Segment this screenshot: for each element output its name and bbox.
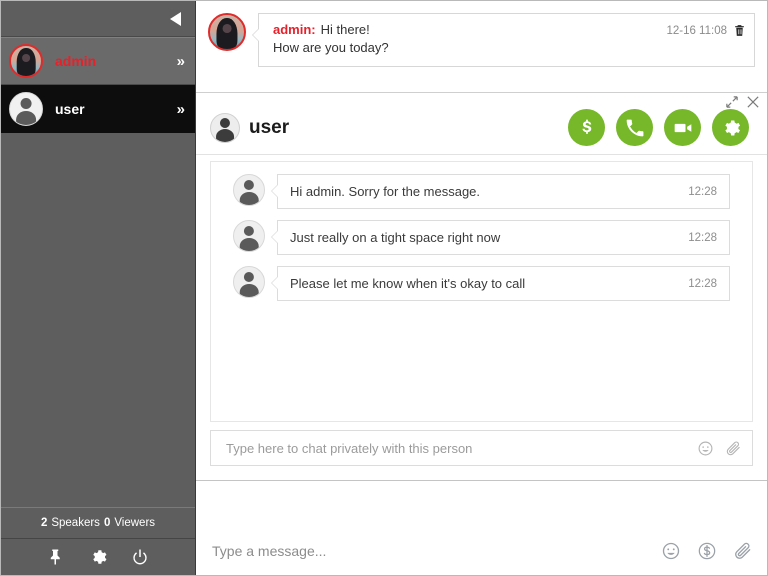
private-input-container	[210, 430, 753, 466]
audio-call-button[interactable]	[616, 109, 653, 146]
private-settings-button[interactable]	[712, 109, 749, 146]
viewers-count: 0	[104, 517, 110, 529]
public-message-meta: 12-16 11:08	[666, 23, 746, 38]
message-input[interactable]	[210, 542, 661, 560]
emoji-icon[interactable]	[661, 541, 681, 561]
viewers-label: Viewers	[114, 517, 155, 529]
speakers-label: Speakers	[51, 517, 100, 529]
message-bubble: Please let me know when it's okay to cal…	[277, 266, 730, 301]
emoji-icon[interactable]	[697, 440, 714, 457]
video-icon	[673, 118, 693, 138]
public-message-bubble: admin: Hi there! How are you today? 12-16…	[258, 13, 755, 67]
avatar	[208, 13, 246, 51]
sidebar-header	[1, 1, 195, 37]
chevron-double-right-icon[interactable]: »	[177, 101, 183, 118]
message-row: Please let me know when it's okay to cal…	[233, 266, 730, 301]
expand-icon[interactable]	[726, 96, 738, 108]
gear-icon	[721, 118, 741, 138]
private-message-list: Hi admin. Sorry for the message. 12:28 J…	[210, 161, 753, 422]
private-input-icons	[697, 440, 742, 457]
public-message-strip: admin: Hi there! How are you today? 12-16…	[196, 1, 767, 93]
private-chat-panel: user	[196, 93, 767, 481]
avatar	[233, 266, 265, 298]
chevron-double-right-icon[interactable]: »	[177, 53, 183, 70]
phone-icon	[625, 118, 645, 138]
private-chat-actions	[568, 109, 749, 146]
power-icon[interactable]	[131, 548, 149, 566]
message-timestamp: 12:28	[688, 232, 717, 244]
public-message-sender: admin:	[273, 22, 316, 37]
message-row: Hi admin. Sorry for the message. 12:28	[233, 174, 730, 209]
private-chat-input[interactable]	[224, 440, 697, 457]
public-message-text-2: How are you today?	[273, 40, 744, 55]
sidebar-item-label: user	[55, 101, 177, 117]
trash-icon[interactable]	[733, 23, 746, 38]
pin-icon[interactable]	[47, 548, 65, 566]
message-row: Just really on a tight space right now 1…	[233, 220, 730, 255]
speakers-count: 2	[41, 517, 47, 529]
sidebar-item-user[interactable]: user »	[1, 85, 195, 133]
dollar-icon	[577, 118, 597, 138]
attachment-icon[interactable]	[725, 440, 742, 457]
public-message-text-1: Hi there!	[321, 22, 370, 37]
dollar-circle-icon[interactable]	[697, 541, 717, 561]
composer-icons	[661, 541, 753, 561]
video-call-button[interactable]	[664, 109, 701, 146]
participants-sidebar: admin » user » 2 Speakers 0 Viewers	[1, 1, 196, 575]
main-composer	[196, 481, 767, 575]
attachment-icon[interactable]	[733, 541, 753, 561]
message-text: Just really on a tight space right now	[290, 230, 678, 245]
private-input-wrapper	[196, 422, 767, 480]
avatar	[210, 113, 240, 143]
message-text: Hi admin. Sorry for the message.	[290, 184, 678, 199]
message-timestamp: 12:28	[688, 278, 717, 290]
room-stats: 2 Speakers 0 Viewers	[1, 507, 195, 539]
private-chat-header: user	[196, 101, 767, 155]
avatar	[233, 174, 265, 206]
sidebar-item-admin[interactable]: admin »	[1, 37, 195, 85]
close-icon[interactable]	[747, 96, 759, 108]
avatar	[9, 92, 43, 126]
message-bubble: Hi admin. Sorry for the message. 12:28	[277, 174, 730, 209]
message-text: Please let me know when it's okay to cal…	[290, 276, 678, 291]
send-tip-button[interactable]	[568, 109, 605, 146]
sidebar-toolbar	[1, 539, 195, 575]
sidebar-empty-area	[1, 133, 195, 507]
public-message-timestamp: 12-16 11:08	[666, 25, 727, 37]
triangle-left-icon[interactable]	[170, 12, 181, 26]
chat-application-window: admin » user » 2 Speakers 0 Viewers	[0, 0, 768, 576]
private-panel-window-controls	[726, 96, 759, 108]
message-timestamp: 12:28	[688, 186, 717, 198]
page-title: user	[249, 117, 568, 139]
gear-icon[interactable]	[89, 548, 107, 566]
avatar	[9, 44, 43, 78]
avatar	[233, 220, 265, 252]
main-content: admin: Hi there! How are you today? 12-16…	[196, 1, 767, 575]
message-bubble: Just really on a tight space right now 1…	[277, 220, 730, 255]
composer-inner	[210, 541, 753, 561]
sidebar-item-label: admin	[55, 53, 177, 69]
